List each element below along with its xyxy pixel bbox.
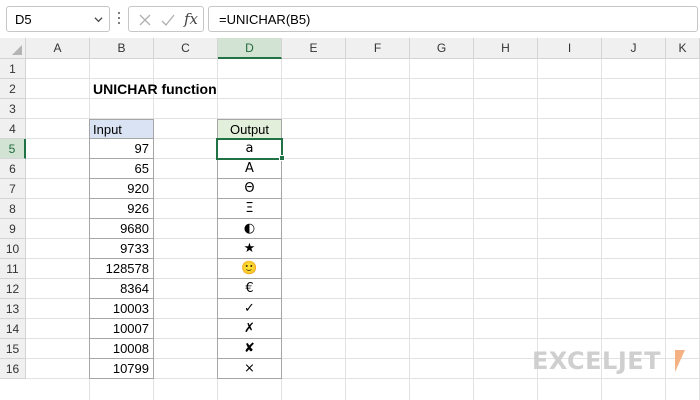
gridline-vertical [345,59,346,400]
input-cell[interactable]: 10008 [89,339,154,359]
formula-text: =UNICHAR(B5) [219,12,311,27]
row-header-6[interactable]: 6 [0,159,26,179]
output-cell[interactable]: ✗ [217,319,282,339]
row-header-1[interactable]: 1 [0,59,26,79]
input-cell[interactable]: 128578 [89,259,154,279]
exceljet-logo: EXCELJET [532,347,685,377]
row-header-3[interactable]: 3 [0,99,26,119]
input-cell[interactable]: 9680 [89,219,154,239]
output-cell[interactable]: Ξ [217,199,282,219]
input-cell[interactable]: 10007 [89,319,154,339]
output-cell[interactable]: ◐ [217,219,282,239]
sheet-title[interactable]: UNICHAR function [93,79,293,99]
input-cell[interactable]: 10799 [89,359,154,379]
output-cell[interactable]: ✘ [217,339,282,359]
formula-bar: D5 fx =UNICHAR(B5) [0,0,700,38]
output-cell[interactable]: ⨯ [217,359,282,379]
column-header-j[interactable]: J [602,38,666,59]
active-cell[interactable]: a [216,138,283,160]
input-cell[interactable]: 65 [89,159,154,179]
input-cell[interactable]: 920 [89,179,154,199]
input-cell[interactable]: 10003 [89,299,154,319]
column-header-a[interactable]: A [26,38,90,59]
output-cell[interactable]: 🙂 [217,259,282,279]
row-header-14[interactable]: 14 [0,319,26,339]
input-cell[interactable]: 97 [89,139,154,159]
chevron-down-icon[interactable] [94,15,103,24]
enter-icon[interactable] [160,12,176,28]
row-header-5[interactable]: 5 [0,139,26,159]
spreadsheet-grid: A B C D E F G H I J K 1 2 3 4 5 6 7 8 9 10 11 12 13 14 15 16 UNICHA… [0,38,700,400]
row-header-4[interactable]: 4 [0,119,26,139]
cancel-icon[interactable] [137,12,153,28]
column-header-k[interactable]: K [666,38,700,59]
row-header-11[interactable]: 11 [0,259,26,279]
output-cell[interactable]: ★ [217,239,282,259]
gridline-vertical [473,59,474,400]
input-cell[interactable]: 8364 [89,279,154,299]
name-box-value: D5 [15,12,32,27]
column-header-h[interactable]: H [474,38,538,59]
column-header-g[interactable]: G [410,38,474,59]
name-box[interactable]: D5 [6,6,110,32]
gridline-vertical [409,59,410,400]
column-header-f[interactable]: F [346,38,410,59]
more-options-icon[interactable] [117,12,121,26]
output-cell[interactable]: Θ [217,179,282,199]
formula-buttons: fx [128,6,204,32]
row-header-10[interactable]: 10 [0,239,26,259]
column-header-c[interactable]: C [154,38,218,59]
column-header-d[interactable]: D [218,38,282,59]
gridline-vertical [665,59,666,400]
select-all-button[interactable] [0,38,26,59]
row-header-15[interactable]: 15 [0,339,26,359]
column-header-e[interactable]: E [282,38,346,59]
row-header-12[interactable]: 12 [0,279,26,299]
fill-handle[interactable] [279,155,285,161]
row-header-13[interactable]: 13 [0,299,26,319]
input-header[interactable]: Input [89,119,154,139]
logo-mark-icon [675,350,685,372]
logo-text: EXCELJET [532,347,662,375]
output-cell[interactable]: ✓ [217,299,282,319]
row-header-16[interactable]: 16 [0,359,26,379]
output-header[interactable]: Output [217,119,282,139]
output-cell[interactable]: € [217,279,282,299]
formula-input[interactable]: =UNICHAR(B5) [208,6,698,32]
insert-function-icon[interactable]: fx [184,10,198,28]
input-cell[interactable]: 926 [89,199,154,219]
row-header-2[interactable]: 2 [0,79,26,99]
column-header-i[interactable]: I [538,38,602,59]
row-header-9[interactable]: 9 [0,219,26,239]
column-header-b[interactable]: B [90,38,154,59]
row-header-7[interactable]: 7 [0,179,26,199]
input-cell[interactable]: 9733 [89,239,154,259]
output-cell[interactable]: A [217,159,282,179]
row-header-8[interactable]: 8 [0,199,26,219]
